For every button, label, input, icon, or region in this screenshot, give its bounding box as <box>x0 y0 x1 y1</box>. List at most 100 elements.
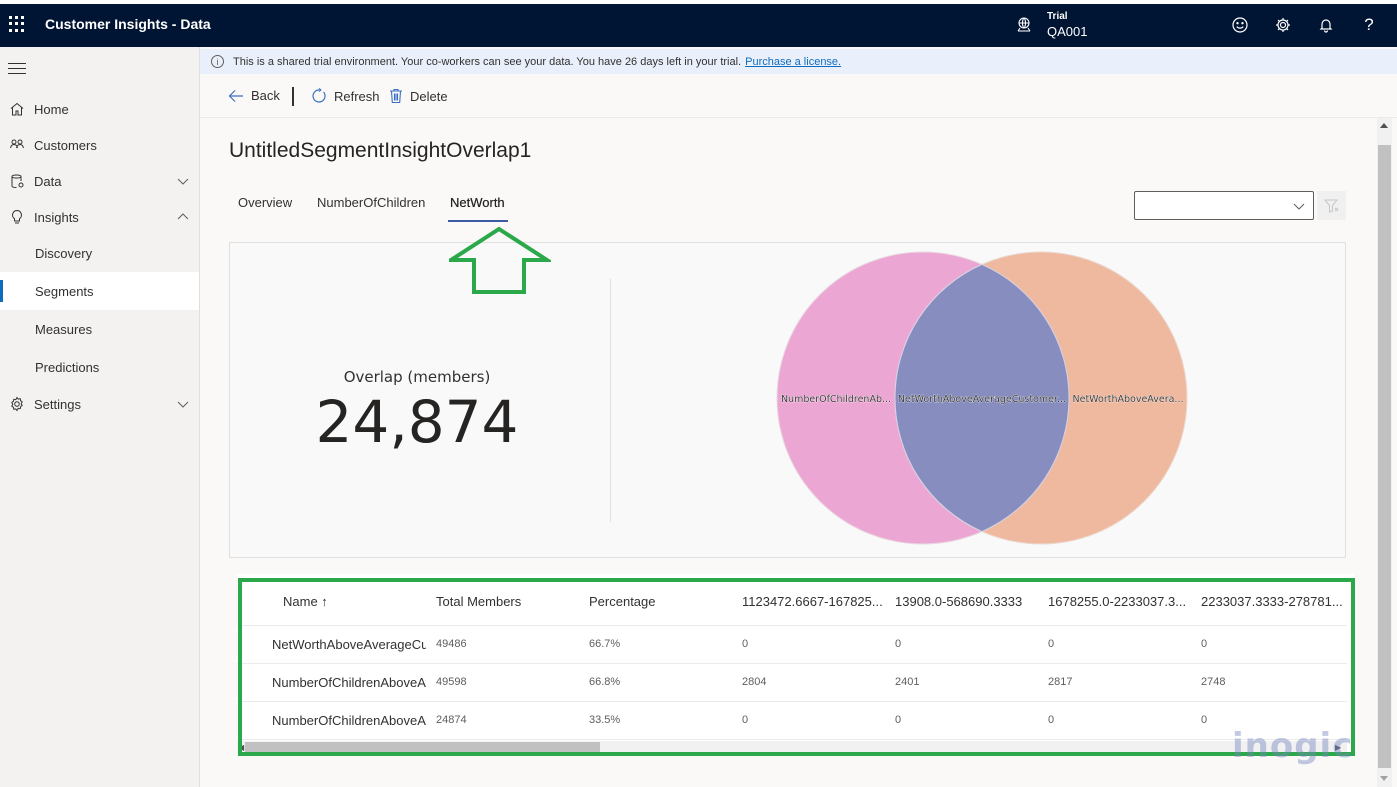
lightbulb-icon <box>12 209 22 224</box>
venn-label-set-a: NumberOfChildrenAb... <box>781 394 891 405</box>
table-cell: 66.8% <box>589 676 621 688</box>
sidebar-item-data[interactable]: Data <box>0 162 199 200</box>
delete-trash-icon <box>390 88 402 104</box>
main-area: i This is a shared trial environment. Yo… <box>200 47 1397 787</box>
app-launcher-icon[interactable] <box>9 16 25 32</box>
tab-net-worth[interactable]: NetWorth <box>450 195 505 210</box>
environment-icon[interactable] <box>1015 16 1033 34</box>
row-name-cell: NumberOfChildrenAboveAv <box>272 713 426 728</box>
sidebar-item-customers[interactable]: Customers <box>0 126 199 164</box>
app-title: Customer Insights - Data <box>45 16 211 32</box>
annotation-up-arrow-icon <box>449 226 551 294</box>
scroll-down-icon[interactable] <box>1380 776 1388 781</box>
sidebar-item-label: Data <box>34 173 62 189</box>
row-name-cell: NetWorthAboveAverageCus <box>272 637 426 652</box>
sidebar-item-insights[interactable]: Insights <box>0 198 199 236</box>
environment-name[interactable]: QA001 <box>1047 24 1087 39</box>
sidebar-item-label: Customers <box>34 137 97 153</box>
back-button[interactable]: Back <box>228 88 280 103</box>
table-cell: 33.5% <box>589 714 621 726</box>
feedback-smiley-icon[interactable] <box>1229 14 1251 36</box>
chevron-down-icon <box>1293 203 1305 210</box>
command-bar: Back Refresh Delete <box>200 76 1397 118</box>
page-content: UntitledSegmentInsightOverlap1 Overview … <box>200 118 1377 787</box>
clear-filter-button[interactable] <box>1317 191 1346 220</box>
delete-button[interactable]: Delete <box>389 88 448 104</box>
table-cell: 2748 <box>1201 676 1226 688</box>
table-row[interactable]: NumberOfChildrenAboveAv 24874 33.5% 0 0 0 0 <box>237 702 1347 740</box>
banner-message: This is a shared trial environment. Your… <box>233 55 742 68</box>
vertical-scroll-thumb[interactable] <box>1378 145 1391 768</box>
column-header[interactable]: 1123472.6667-167825... <box>742 594 890 609</box>
purchase-license-link[interactable]: Purchase a license. <box>745 56 841 68</box>
sidebar-item-predictions[interactable]: Predictions <box>0 348 199 386</box>
horizontal-scrollbar[interactable]: ◀ ▶ <box>237 741 1347 753</box>
sidebar-item-settings[interactable]: Settings <box>0 385 199 423</box>
scroll-up-icon[interactable] <box>1380 123 1388 128</box>
scroll-right-icon[interactable]: ▶ <box>1335 743 1341 752</box>
table-cell: 49598 <box>436 676 467 688</box>
chevron-down-icon <box>177 178 189 185</box>
column-header-name[interactable]: Name ↑ <box>283 594 433 609</box>
column-header[interactable]: 1678255.0-2233037.3... <box>1048 594 1196 609</box>
table-cell: 2817 <box>1048 676 1073 688</box>
table-cell: 66.7% <box>589 638 621 650</box>
back-label: Back <box>251 88 280 103</box>
table-cell: 0 <box>1048 714 1055 726</box>
table-cell: 0 <box>1048 638 1055 650</box>
sidebar-item-label: Measures <box>35 321 93 337</box>
segment-table: Name ↑ Total Members Percentage 1123472.666… <box>237 574 1354 754</box>
data-icon <box>11 174 24 188</box>
sidebar-item-label: Segments <box>35 283 94 299</box>
table-cell: 0 <box>742 714 749 726</box>
column-header[interactable]: 2233037.3333-278781... <box>1201 594 1346 609</box>
segment-filter-dropdown[interactable] <box>1134 191 1314 220</box>
row-name-cell: NumberOfChildrenAboveAv <box>272 675 426 690</box>
hamburger-menu-icon[interactable] <box>8 63 26 75</box>
horizontal-scroll-thumb[interactable] <box>245 742 600 752</box>
chevron-down-icon <box>177 401 189 408</box>
delete-label: Delete <box>410 88 448 104</box>
sidebar-item-measures[interactable]: Measures <box>0 310 199 348</box>
table-cell: 24874 <box>436 714 467 726</box>
refresh-button[interactable]: Refresh <box>311 88 380 104</box>
sidebar-item-home[interactable]: Home <box>0 90 199 128</box>
sidebar-item-label: Settings <box>34 396 81 412</box>
scroll-left-icon[interactable]: ◀ <box>238 743 244 752</box>
chevron-up-icon <box>177 213 189 220</box>
venn-label-set-b: NetWorthAboveAvera... <box>1073 394 1184 405</box>
table-cell: 0 <box>1201 714 1208 726</box>
column-header[interactable]: Percentage <box>589 594 739 609</box>
help-icon[interactable]: ? <box>1358 14 1380 36</box>
column-header[interactable]: 13908.0-568690.3333 <box>895 594 1043 609</box>
home-icon <box>10 102 24 116</box>
info-icon: i <box>211 55 224 68</box>
venn-diagram: NumberOfChildrenAb... NetWorthAboveAverag… <box>776 251 1188 545</box>
vertical-scrollbar[interactable] <box>1377 118 1392 787</box>
sidebar-item-discovery[interactable]: Discovery <box>0 234 199 272</box>
table-cell: 2804 <box>742 676 767 688</box>
tab-overview[interactable]: Overview <box>238 195 292 210</box>
table-cell: 2401 <box>895 676 920 688</box>
sidebar-item-label: Home <box>34 101 69 117</box>
column-header[interactable]: Total Members <box>436 594 586 609</box>
command-separator <box>292 87 294 106</box>
sidebar-item-label: Insights <box>34 209 79 225</box>
overlap-card: Overlap (members) 24,874 NumberOfChildre… <box>229 242 1346 558</box>
table-header-row: Name ↑ Total Members Percentage 1123472.666… <box>237 574 1347 626</box>
refresh-label: Refresh <box>334 88 380 104</box>
venn-label-intersection: NetWorthAboveAverageCustomer... <box>898 394 1066 405</box>
table-row[interactable]: NetWorthAboveAverageCus 49486 66.7% 0 0 0 0 <box>237 626 1347 664</box>
settings-icon <box>11 396 23 412</box>
clear-filter-icon <box>1323 199 1338 213</box>
sidebar-item-segments[interactable]: Segments <box>0 272 199 310</box>
table-cell: 0 <box>895 638 902 650</box>
table-cell: 49486 <box>436 638 467 650</box>
settings-gear-icon[interactable] <box>1272 14 1294 36</box>
back-arrow-icon <box>228 89 243 102</box>
table-row[interactable]: NumberOfChildrenAboveAv 49598 66.8% 2804 240… <box>237 664 1347 702</box>
notifications-bell-icon[interactable] <box>1315 14 1337 36</box>
table-cell: 0 <box>742 638 749 650</box>
table-cell: 0 <box>1201 638 1208 650</box>
tab-number-of-children[interactable]: NumberOfChildren <box>317 195 425 210</box>
